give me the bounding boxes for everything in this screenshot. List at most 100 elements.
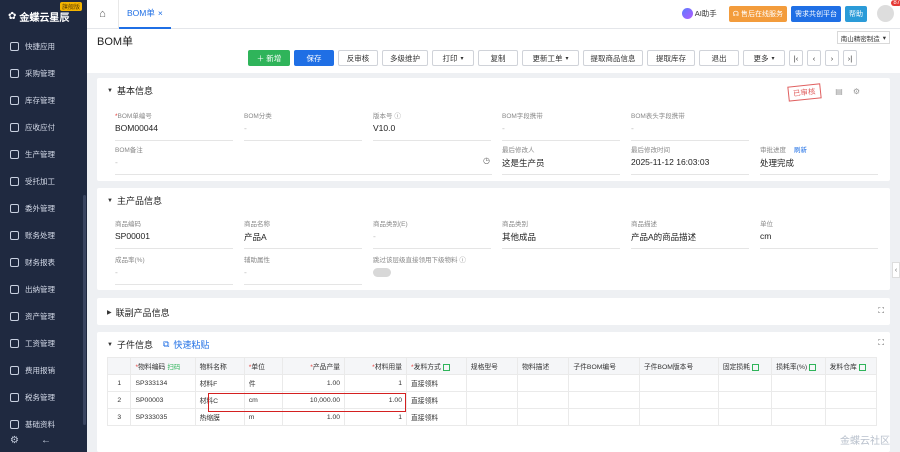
sidebar-item[interactable]: 基础资料 — [0, 411, 87, 438]
checkbox-icon[interactable] — [809, 363, 817, 371]
fetch-stock-button[interactable]: 提取库存 — [647, 50, 695, 66]
checkbox-icon[interactable] — [858, 363, 866, 371]
table-cell[interactable]: 件 — [243, 374, 284, 392]
sidebar-item[interactable]: 资产管理 — [0, 303, 87, 330]
column-header[interactable]: 固定损耗 — [717, 357, 773, 375]
home-tab[interactable]: ⌂ — [87, 0, 119, 29]
sub-items-header[interactable]: ▼ 子件信息 ⧉ 快速粘贴 — [107, 338, 209, 351]
first-page-button[interactable]: |‹ — [789, 50, 803, 66]
skip-level-toggle[interactable] — [373, 268, 391, 277]
table-cell[interactable] — [568, 391, 640, 409]
table-cell[interactable] — [517, 391, 570, 409]
table-cell[interactable]: 材料F — [194, 374, 245, 392]
column-header[interactable]: 规格型号 — [465, 357, 519, 375]
table-cell[interactable] — [517, 374, 570, 392]
table-cell[interactable] — [638, 391, 719, 409]
more-button[interactable]: 更多 ▾ — [743, 50, 785, 66]
column-header[interactable]: *材料用量 — [344, 357, 407, 375]
table-cell[interactable]: 直接领料 — [406, 408, 467, 426]
print-icon[interactable]: ▤ — [835, 87, 843, 96]
org-select[interactable]: 南山精密制造 ▾ — [836, 31, 890, 44]
side-panel-handle[interactable]: ‹ — [892, 262, 900, 278]
field-carry-field[interactable]: BOM字段携带 - — [502, 110, 620, 141]
prev-page-button[interactable]: ‹ — [807, 50, 821, 66]
sidebar-item[interactable]: 库存管理 — [0, 87, 87, 114]
table-cell[interactable] — [517, 408, 570, 426]
table-cell[interactable]: SP333134 — [130, 374, 196, 392]
table-cell[interactable]: 1 — [344, 374, 407, 392]
table-cell[interactable]: 直接领料 — [406, 391, 467, 409]
table-cell[interactable]: 1 — [106, 374, 132, 392]
clock-icon[interactable]: ◷ — [483, 156, 490, 165]
column-header[interactable]: *发料方式 — [406, 357, 467, 375]
basic-info-header[interactable]: ▼ 基本信息 — [107, 84, 153, 97]
main-product-header[interactable]: ▼ 主产品信息 — [107, 194, 162, 207]
co-product-header[interactable]: ▶ 联副产品信息 — [107, 306, 170, 319]
avatar[interactable]: 87 — [877, 0, 900, 22]
app-logo[interactable]: ✿ 金蝶云星辰 旗舰版 — [0, 0, 87, 33]
table-cell[interactable] — [717, 374, 773, 392]
table-cell[interactable]: 3 — [106, 408, 132, 426]
table-cell[interactable] — [771, 408, 826, 426]
table-cell[interactable] — [824, 391, 878, 409]
sidebar-item[interactable]: 财务报表 — [0, 249, 87, 276]
head-carry-field[interactable]: BOM表头字段携带 - — [631, 110, 749, 141]
table-cell[interactable] — [638, 408, 719, 426]
sidebar-item[interactable]: 税务管理 — [0, 384, 87, 411]
table-cell[interactable] — [465, 374, 519, 392]
table-cell[interactable] — [465, 391, 519, 409]
column-header[interactable]: *物料编码 扫码 — [130, 357, 196, 375]
column-header[interactable]: 子件BOM版本号 — [638, 357, 719, 375]
ai-assistant[interactable]: AI助手 — [681, 8, 717, 19]
sidebar-item[interactable]: 采购管理 — [0, 60, 87, 87]
demand-button[interactable]: 需求共创平台 — [791, 5, 841, 22]
fetch-info-button[interactable]: 提取商品信息 — [583, 50, 643, 66]
table-cell[interactable] — [638, 374, 719, 392]
table-cell[interactable] — [717, 391, 773, 409]
scan-button[interactable]: 扫码 — [167, 364, 180, 371]
collapse-arrow-icon[interactable]: ← — [41, 435, 51, 446]
column-header[interactable]: *产品产量 — [282, 357, 346, 375]
new-button[interactable]: ＋新增 — [248, 50, 290, 66]
sidebar-item[interactable]: 快捷应用 — [0, 33, 87, 60]
table-cell[interactable]: SP333035 — [130, 408, 196, 426]
unaudit-button[interactable]: 反审核 — [338, 50, 378, 66]
checkbox-icon[interactable] — [442, 363, 450, 371]
gear-icon[interactable]: ⚙ — [853, 87, 860, 96]
quick-paste-link[interactable]: 快速粘贴 — [173, 338, 209, 351]
table-cell[interactable]: 1.00 — [282, 374, 346, 392]
sidebar-item[interactable]: 应收应付 — [0, 114, 87, 141]
copy-button[interactable]: 复制 — [478, 50, 518, 66]
remark-field[interactable]: BOM备注 - ◷ — [115, 144, 492, 175]
tab-bom[interactable]: BOM单 × — [119, 0, 171, 29]
version-field[interactable]: 版本号 ⓘ V10.0 — [373, 110, 491, 141]
column-header[interactable]: 物料描述 — [517, 357, 570, 375]
column-header[interactable]: 发料仓库 — [824, 357, 878, 375]
sidebar-item[interactable]: 委外管理 — [0, 195, 87, 222]
aux-field[interactable]: 辅助属性 - — [244, 254, 362, 285]
exit-button[interactable]: 退出 — [699, 50, 739, 66]
save-button[interactable]: 保存 — [294, 50, 334, 66]
sidebar-item[interactable]: 出纳管理 — [0, 276, 87, 303]
help-button[interactable]: 帮助 — [845, 5, 867, 22]
sidebar-scrollbar[interactable] — [83, 195, 86, 425]
column-header[interactable]: 物料名称 — [194, 357, 245, 375]
table-cell[interactable] — [717, 408, 773, 426]
refresh-link[interactable]: 刷新 — [794, 147, 807, 154]
sidebar-item[interactable]: 账务处理 — [0, 222, 87, 249]
multi-level-button[interactable]: 多级维护 — [382, 50, 428, 66]
bom-no-field[interactable]: *BOM单编号 BOM00044 — [115, 110, 233, 141]
table-cell[interactable] — [771, 374, 826, 392]
column-header[interactable]: *单位 — [243, 357, 284, 375]
settings-icon[interactable]: ⚙ — [10, 435, 19, 446]
table-cell[interactable] — [568, 374, 640, 392]
column-header[interactable]: 子件BOM编号 — [568, 357, 640, 375]
table-cell[interactable] — [465, 408, 519, 426]
column-header[interactable] — [106, 357, 132, 375]
next-page-button[interactable]: › — [825, 50, 839, 66]
sidebar-item[interactable]: 工资管理 — [0, 330, 87, 357]
bom-category-field[interactable]: BOM分类 - — [244, 110, 362, 141]
sidebar-item[interactable]: 生产管理 — [0, 141, 87, 168]
fullscreen-icon[interactable]: ⛶ — [878, 338, 884, 348]
table-cell[interactable] — [771, 391, 826, 409]
